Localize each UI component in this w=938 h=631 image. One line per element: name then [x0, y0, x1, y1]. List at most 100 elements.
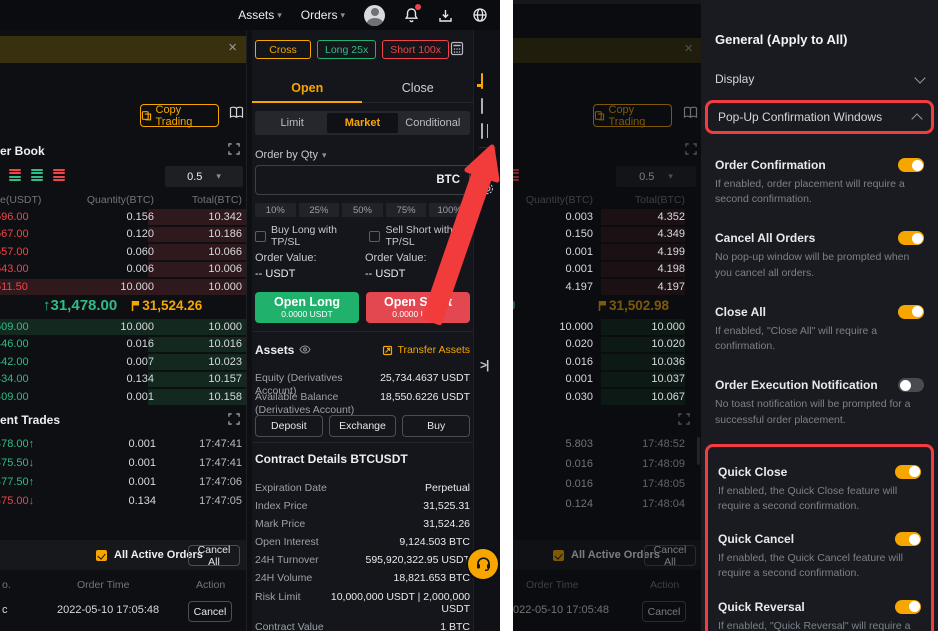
toggle-knob — [912, 306, 923, 317]
contract-label: Mark Price — [255, 518, 305, 531]
toggle-switch[interactable] — [898, 305, 924, 319]
trade-price-cell: 477.50↑ — [0, 476, 70, 488]
qty-cell: 10.000 — [513, 321, 593, 333]
contract-label: 24H Turnover — [255, 554, 319, 567]
section-display[interactable]: Display — [715, 72, 924, 86]
toggle-switch[interactable] — [898, 158, 924, 172]
orderbook-row[interactable]: 596.000.15610.342 — [0, 208, 246, 226]
qty-column-header: Quantity(BTC) — [56, 194, 154, 207]
support-headset-button[interactable] — [468, 549, 498, 579]
transfer-assets-label: Transfer Assets — [397, 344, 470, 356]
orderbook-row[interactable]: 567.000.12010.186 — [0, 226, 246, 244]
orderbook-row[interactable]: 511.5010.00010.000 — [0, 278, 246, 296]
trade-row: 475.00↓0.13417:47:05 — [0, 491, 246, 510]
checkbox-icon[interactable] — [369, 231, 380, 242]
layout-split-icon[interactable] — [481, 99, 483, 113]
orderbook-row[interactable]: 442.000.00710.023 — [0, 353, 246, 371]
tpsl-short-option[interactable]: Sell Short with TP/SL — [369, 224, 473, 248]
precision-select[interactable]: 0.5 ▾ — [165, 166, 243, 187]
avatar[interactable] — [364, 5, 385, 26]
margin-mode-button[interactable]: Cross — [255, 40, 311, 59]
percent-button[interactable]: 10% — [255, 203, 296, 217]
copy-trading-button[interactable]: Copy Trading — [140, 104, 219, 127]
toggle-knob — [909, 601, 920, 612]
deposit-button[interactable]: Deposit — [255, 415, 323, 437]
download-icon[interactable] — [438, 8, 453, 23]
all-active-orders-checkbox[interactable] — [96, 550, 107, 561]
qty-cell: 0.134 — [56, 373, 154, 385]
tab-open[interactable]: Open — [252, 74, 363, 102]
total-cell: 10.158 — [154, 391, 242, 403]
setting-label: Quick Reversal — [718, 600, 805, 614]
orderbook-row[interactable]: 446.000.01610.016 — [0, 336, 246, 354]
orders-menu[interactable]: Orders ▾ — [301, 8, 345, 22]
tpsl-short-label: Sell Short with TP/SL — [385, 224, 473, 248]
qty-cell: 10.000 — [56, 281, 154, 293]
percent-button[interactable]: 100% — [429, 203, 470, 217]
section-popup-confirmation[interactable]: Pop-Up Confirmation Windows — [718, 110, 921, 124]
notifications-bell-icon[interactable] — [404, 7, 419, 23]
tab-close[interactable]: Close — [363, 74, 474, 102]
cancel-all-button[interactable]: Cancel All — [188, 545, 240, 566]
assets-menu[interactable]: Assets ▾ — [238, 8, 282, 22]
orderbook-row[interactable]: 557.000.06010.066 — [0, 243, 246, 261]
toggle-list: Order ConfirmationIf enabled, order plac… — [715, 158, 924, 428]
book-asks-only-icon[interactable] — [53, 169, 65, 181]
percent-button[interactable]: 75% — [386, 203, 427, 217]
toggle-switch[interactable] — [898, 378, 924, 392]
transfer-assets-link[interactable]: Transfer Assets — [382, 344, 470, 356]
eye-icon[interactable] — [299, 343, 311, 357]
qty-cell: 0.001 — [513, 263, 593, 275]
collapse-panel-icon[interactable]: >| — [480, 358, 488, 372]
orderbook-row[interactable]: 434.000.13410.157 — [0, 371, 246, 389]
qty-input[interactable] — [256, 173, 436, 187]
orderbook-guide-icon[interactable] — [229, 106, 244, 122]
orderbook-row[interactable]: 543.000.00610.006 — [0, 261, 246, 279]
orderbook-row[interactable]: 509.0010.00010.000 — [0, 318, 246, 336]
price-cell: 509.00 — [0, 321, 56, 333]
exchange-button[interactable]: Exchange — [329, 415, 397, 437]
price-cell: 409.00 — [0, 391, 56, 403]
order-type-conditional[interactable]: Conditional — [398, 113, 468, 133]
chevron-down-icon — [914, 72, 925, 83]
toggle-switch[interactable] — [895, 465, 921, 479]
toggle-knob — [909, 534, 920, 545]
layout-default-icon[interactable] — [481, 74, 483, 88]
settings-gear-icon[interactable] — [481, 160, 495, 177]
open-long-button[interactable]: Open Long0.0000 USDT — [255, 292, 359, 323]
order-time-header: Order Time — [77, 579, 130, 591]
order-by-select[interactable]: Order by Qty ▾ — [255, 149, 327, 161]
calculator-icon[interactable] — [450, 41, 464, 59]
setting-row-header: Close All — [715, 305, 924, 319]
open-short-button[interactable]: Open Short0.0000 USDT — [366, 292, 470, 323]
book-bids-only-icon[interactable] — [31, 169, 43, 181]
checkbox-icon[interactable] — [255, 231, 266, 242]
order-type-limit[interactable]: Limit — [257, 113, 327, 133]
expand-icon[interactable] — [228, 143, 240, 158]
price-cell: 567.00 — [0, 228, 56, 240]
language-globe-icon[interactable] — [472, 7, 488, 23]
book-both-sides-icon[interactable] — [9, 169, 21, 181]
setting-label: Order Confirmation — [715, 158, 826, 172]
close-icon[interactable]: × — [228, 40, 237, 55]
cancel-order-button[interactable]: Cancel — [188, 601, 232, 622]
tpsl-long-option[interactable]: Buy Long with TP/SL — [255, 224, 357, 248]
preferences-gear-icon[interactable] — [481, 182, 494, 198]
layout-grid-icon[interactable] — [481, 124, 483, 138]
toggle-switch[interactable] — [898, 231, 924, 245]
short-leverage-button[interactable]: Short 100x — [382, 40, 449, 59]
chevron-down-icon: ▾ — [340, 10, 345, 21]
toggle-switch[interactable] — [895, 532, 921, 546]
toggle-switch[interactable] — [895, 600, 921, 614]
order-type-market[interactable]: Market — [327, 113, 397, 133]
percent-button[interactable]: 50% — [342, 203, 383, 217]
percent-button[interactable]: 25% — [299, 203, 340, 217]
long-leverage-button[interactable]: Long 25x — [317, 40, 376, 59]
orderbook-row[interactable]: 409.000.00110.158 — [0, 388, 246, 406]
buy-button[interactable]: Buy — [402, 415, 470, 437]
total-cell: 10.006 — [154, 263, 242, 275]
cut-column-header: o. — [2, 579, 11, 591]
bids-list: 10.00010.0000.02010.0200.01610.0360.0011… — [513, 318, 701, 406]
toggle-knob — [912, 233, 923, 244]
expand-icon[interactable] — [228, 413, 240, 428]
